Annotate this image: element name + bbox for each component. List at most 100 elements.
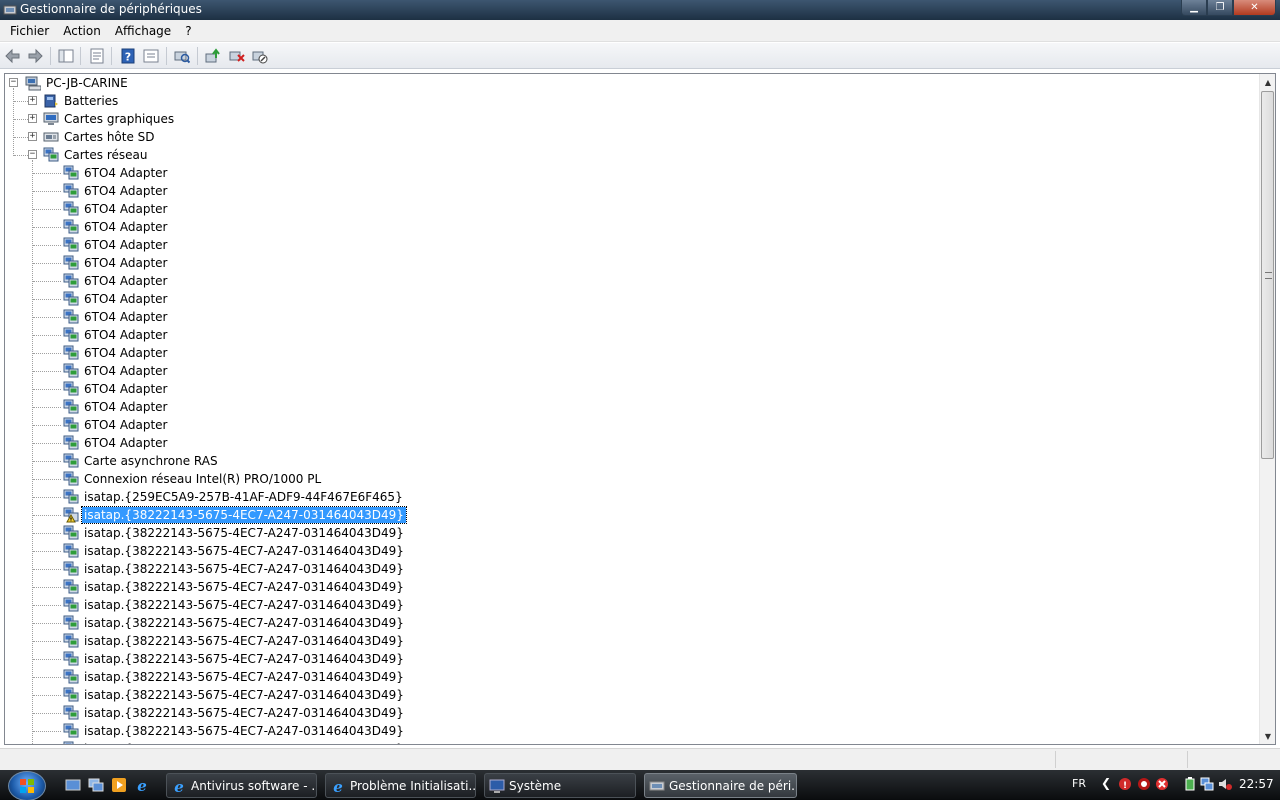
restore-icon: ❐ [1215, 2, 1225, 13]
switch-windows-icon[interactable] [88, 777, 104, 793]
tree-device[interactable]: 6TO4 Adapter [63, 326, 169, 344]
tree-device[interactable]: isatap.{259EC5A9-257B-41AF-ADF9-44F467E6… [63, 488, 405, 506]
tree-device[interactable]: isatap.{38222143-5675-4EC7-A247-03146404… [63, 740, 406, 744]
tree-device[interactable]: isatap.{38222143-5675-4EC7-A247-03146404… [63, 686, 406, 704]
ie-quicklaunch-icon[interactable]: e [134, 777, 150, 793]
vertical-scrollbar[interactable]: ▲ ▼ [1259, 74, 1275, 744]
expand-collapse-icon[interactable]: + [28, 96, 37, 105]
tree-device[interactable]: 6TO4 Adapter [63, 416, 169, 434]
tree-category[interactable]: Cartes réseau [43, 146, 149, 164]
tree-category[interactable]: Batteries [43, 92, 120, 110]
tree-category[interactable]: Cartes hôte SD [43, 128, 157, 146]
view-button[interactable] [141, 46, 161, 66]
tree-device-selected[interactable]: isatap.{38222143-5675-4EC7-A247-03146404… [63, 506, 407, 524]
firewall-error-icon[interactable] [1155, 777, 1169, 791]
tree-device[interactable]: isatap.{38222143-5675-4EC7-A247-03146404… [63, 542, 406, 560]
tree-device[interactable]: isatap.{38222143-5675-4EC7-A247-03146404… [63, 578, 406, 596]
tree-device[interactable]: isatap.{38222143-5675-4EC7-A247-03146404… [63, 614, 406, 632]
maximize-button[interactable]: ❐ [1207, 0, 1233, 16]
tree-device[interactable]: 6TO4 Adapter [63, 362, 169, 380]
scan-hardware-button[interactable] [172, 46, 192, 66]
tree-device[interactable]: 6TO4 Adapter [63, 308, 169, 326]
media-player-icon[interactable] [111, 777, 127, 793]
tree-device[interactable]: isatap.{38222143-5675-4EC7-A247-03146404… [63, 632, 406, 650]
status-cell [1055, 751, 1056, 768]
clock[interactable]: 22:57 [1239, 777, 1274, 791]
tree-device[interactable]: isatap.{38222143-5675-4EC7-A247-03146404… [63, 650, 406, 668]
tree-device[interactable]: 6TO4 Adapter [63, 344, 169, 362]
tree-device-label: isatap.{38222143-5675-4EC7-A247-03146404… [84, 652, 404, 666]
tray-expand-icon[interactable]: ❮ [1101, 776, 1111, 790]
minimize-button[interactable]: ▁ [1181, 0, 1207, 16]
tree-device[interactable]: 6TO4 Adapter [63, 236, 169, 254]
expand-collapse-icon[interactable]: + [28, 132, 37, 141]
tree-root[interactable]: PC-JB-CARINE [25, 74, 130, 92]
menu-affichage[interactable]: Affichage [108, 24, 178, 38]
tree-device[interactable]: 6TO4 Adapter [63, 380, 169, 398]
ie-icon: e [174, 778, 184, 794]
tree-device[interactable]: isatap.{38222143-5675-4EC7-A247-03146404… [63, 524, 406, 542]
tree-device[interactable]: 6TO4 Adapter [63, 272, 169, 290]
help-icon: ? [121, 48, 135, 64]
disable-button[interactable] [250, 46, 270, 66]
tree-device[interactable]: 6TO4 Adapter [63, 164, 169, 182]
language-indicator[interactable]: FR [1072, 777, 1086, 790]
uninstall-button[interactable] [227, 46, 247, 66]
tree-device[interactable]: isatap.{38222143-5675-4EC7-A247-03146404… [63, 596, 406, 614]
menu-action[interactable]: Action [56, 24, 108, 38]
show-desktop-icon[interactable] [65, 777, 81, 793]
menu-fichier[interactable]: Fichier [3, 24, 56, 38]
expand-collapse-icon[interactable]: + [28, 114, 37, 123]
tree-device-label: 6TO4 Adapter [84, 364, 168, 378]
network-adapter-warning-icon [63, 507, 79, 523]
tree-device[interactable]: 6TO4 Adapter [63, 290, 169, 308]
tree-device[interactable]: Carte asynchrone RAS [63, 452, 220, 470]
help-button[interactable]: ? [118, 46, 138, 66]
taskbar-button-antivirus[interactable]: e Antivirus software - ... [166, 773, 317, 798]
expand-collapse-icon[interactable]: − [9, 78, 18, 87]
taskbar-button-device-manager[interactable]: Gestionnaire de péri... [644, 773, 797, 798]
toolbar-separator [80, 47, 81, 65]
update-driver-button[interactable] [203, 46, 223, 66]
tree-device[interactable]: 6TO4 Adapter [63, 398, 169, 416]
scroll-thumb[interactable] [1261, 91, 1274, 459]
tree-device[interactable]: 6TO4 Adapter [63, 200, 169, 218]
tree-device[interactable]: 6TO4 Adapter [63, 182, 169, 200]
antivirus-icon[interactable] [1137, 777, 1151, 791]
tree-device[interactable]: isatap.{38222143-5675-4EC7-A247-03146404… [63, 560, 406, 578]
device-tree[interactable]: PC-JB-CARINE − + Batteries + Cartes graphique… [5, 74, 1259, 744]
taskbar-button-probleme[interactable]: e Problème Initialisati... [325, 773, 476, 798]
network-adapter-icon [63, 165, 79, 180]
battery-icon[interactable] [1183, 777, 1197, 791]
expand-collapse-icon[interactable]: − [28, 150, 37, 159]
tree-device[interactable]: isatap.{38222143-5675-4EC7-A247-03146404… [63, 668, 406, 686]
tree-device[interactable]: isatap.{38222143-5675-4EC7-A247-03146404… [63, 722, 406, 740]
minimize-icon: ▁ [1190, 2, 1198, 13]
scroll-down-icon[interactable]: ▼ [1260, 728, 1275, 744]
start-button[interactable] [8, 771, 46, 800]
network-adapter-icon [63, 489, 79, 504]
tree-connector-horizontal [33, 389, 61, 390]
tree-device[interactable]: isatap.{38222143-5675-4EC7-A247-03146404… [63, 704, 406, 722]
tree-category[interactable]: Cartes graphiques [43, 110, 176, 128]
show-hide-tree-button[interactable] [56, 46, 76, 66]
back-button[interactable] [3, 46, 23, 66]
network-adapter-icon [63, 633, 79, 648]
security-shield-icon[interactable]: ! [1118, 777, 1132, 791]
tree-device-label: Connexion réseau Intel(R) PRO/1000 PL [84, 472, 322, 486]
close-button[interactable]: ✕ [1233, 0, 1276, 16]
forward-button[interactable] [25, 46, 45, 66]
tree-device[interactable]: Connexion réseau Intel(R) PRO/1000 PL [63, 470, 323, 488]
network-icon[interactable] [1200, 777, 1214, 791]
tree-device[interactable]: 6TO4 Adapter [63, 254, 169, 272]
scroll-up-icon[interactable]: ▲ [1260, 74, 1275, 90]
tree-device[interactable]: 6TO4 Adapter [63, 434, 169, 452]
tree-connector-horizontal [14, 155, 28, 156]
tree-device-label: 6TO4 Adapter [84, 256, 168, 270]
tree-device[interactable]: 6TO4 Adapter [63, 218, 169, 236]
network-adapter-icon [63, 525, 79, 540]
properties-button[interactable] [87, 46, 107, 66]
volume-icon[interactable] [1218, 777, 1232, 791]
menu-help[interactable]: ? [178, 24, 198, 38]
taskbar-button-systeme[interactable]: Système [484, 773, 636, 798]
